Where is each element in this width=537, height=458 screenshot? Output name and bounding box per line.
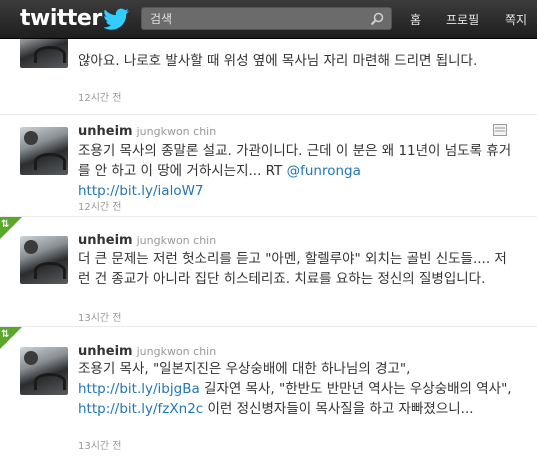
mention-link[interactable]: @funronga xyxy=(287,163,361,179)
full-name: jungkwon chin xyxy=(136,345,217,358)
top-bar: twitter 홈 프로필 쪽지 xyxy=(0,0,537,39)
logo-text: twitter xyxy=(20,6,102,31)
nav-messages[interactable]: 쪽지 xyxy=(505,11,527,28)
search-input[interactable] xyxy=(150,10,350,28)
url-link[interactable]: http://bit.ly/ibjgBa xyxy=(78,381,200,397)
tweet-header: unheim jungkwon chin xyxy=(78,124,216,139)
tweet-timestamp[interactable]: 13시간 전 xyxy=(78,309,122,324)
nav-profile[interactable]: 프로필 xyxy=(446,11,479,28)
avatar[interactable] xyxy=(20,127,68,175)
tweet-timestamp[interactable]: 12시간 전 xyxy=(78,198,122,213)
twitter-logo[interactable]: twitter xyxy=(20,6,130,32)
tweet-text: 더 큰 문제는 저런 헛소리를 듣고 "아멘, 할렐루야" 외치는 골빈 신도들… xyxy=(78,251,507,287)
search-box[interactable] xyxy=(141,7,392,30)
tweet-header: unheim jungkwon chin xyxy=(78,233,216,248)
screen-name[interactable]: unheim xyxy=(78,233,133,248)
tweet-text: 조용기 목사, "일본지진은 우상숭배에 대한 하나님의 경고", http:/… xyxy=(78,361,512,417)
full-name: jungkwon chin xyxy=(136,234,217,247)
tweet-header: unheim jungkwon chin xyxy=(78,344,216,359)
full-name: jungkwon chin xyxy=(136,125,217,138)
tweet-item[interactable]: unheim jungkwon chin 조용기 목사의 종말론 설교. 가관이니… xyxy=(0,115,537,217)
tweet-text: 않아요. 나로호 발사할 때 위성 옆에 목사님 자리 마련해 드리면 됩니다. xyxy=(78,53,478,69)
nav-home[interactable]: 홈 xyxy=(410,11,421,28)
tweet-item[interactable]: ⇅ unheim jungkwon chin 더 큰 문제는 저런 헛소리를 듣고… xyxy=(0,217,537,327)
url-link[interactable]: http://bit.ly/fzXn2c xyxy=(78,401,203,417)
bird-icon xyxy=(103,8,129,30)
tweet-item[interactable]: ⇅ unheim jungkwon chin 조용기 목사, "일본지진은 우상숭… xyxy=(0,327,537,458)
retweet-icon: ⇅ xyxy=(1,329,10,340)
screen-name[interactable]: unheim xyxy=(78,344,133,359)
media-icon[interactable] xyxy=(493,124,507,136)
url-link[interactable]: http://bit.ly/ialoW7 xyxy=(78,183,204,199)
screen-name[interactable]: unheim xyxy=(78,124,133,139)
tweet-timestamp[interactable]: 13시간 전 xyxy=(78,437,122,452)
tweet-text: 조용기 목사의 종말론 설교. 가관이니다. 근데 이 분은 왜 11년이 넘도… xyxy=(78,143,512,199)
avatar[interactable] xyxy=(20,347,68,395)
search-icon[interactable] xyxy=(370,12,384,26)
tweet-timestamp[interactable]: 12시간 전 xyxy=(78,89,122,104)
retweet-icon: ⇅ xyxy=(1,219,10,230)
avatar[interactable] xyxy=(20,236,68,284)
